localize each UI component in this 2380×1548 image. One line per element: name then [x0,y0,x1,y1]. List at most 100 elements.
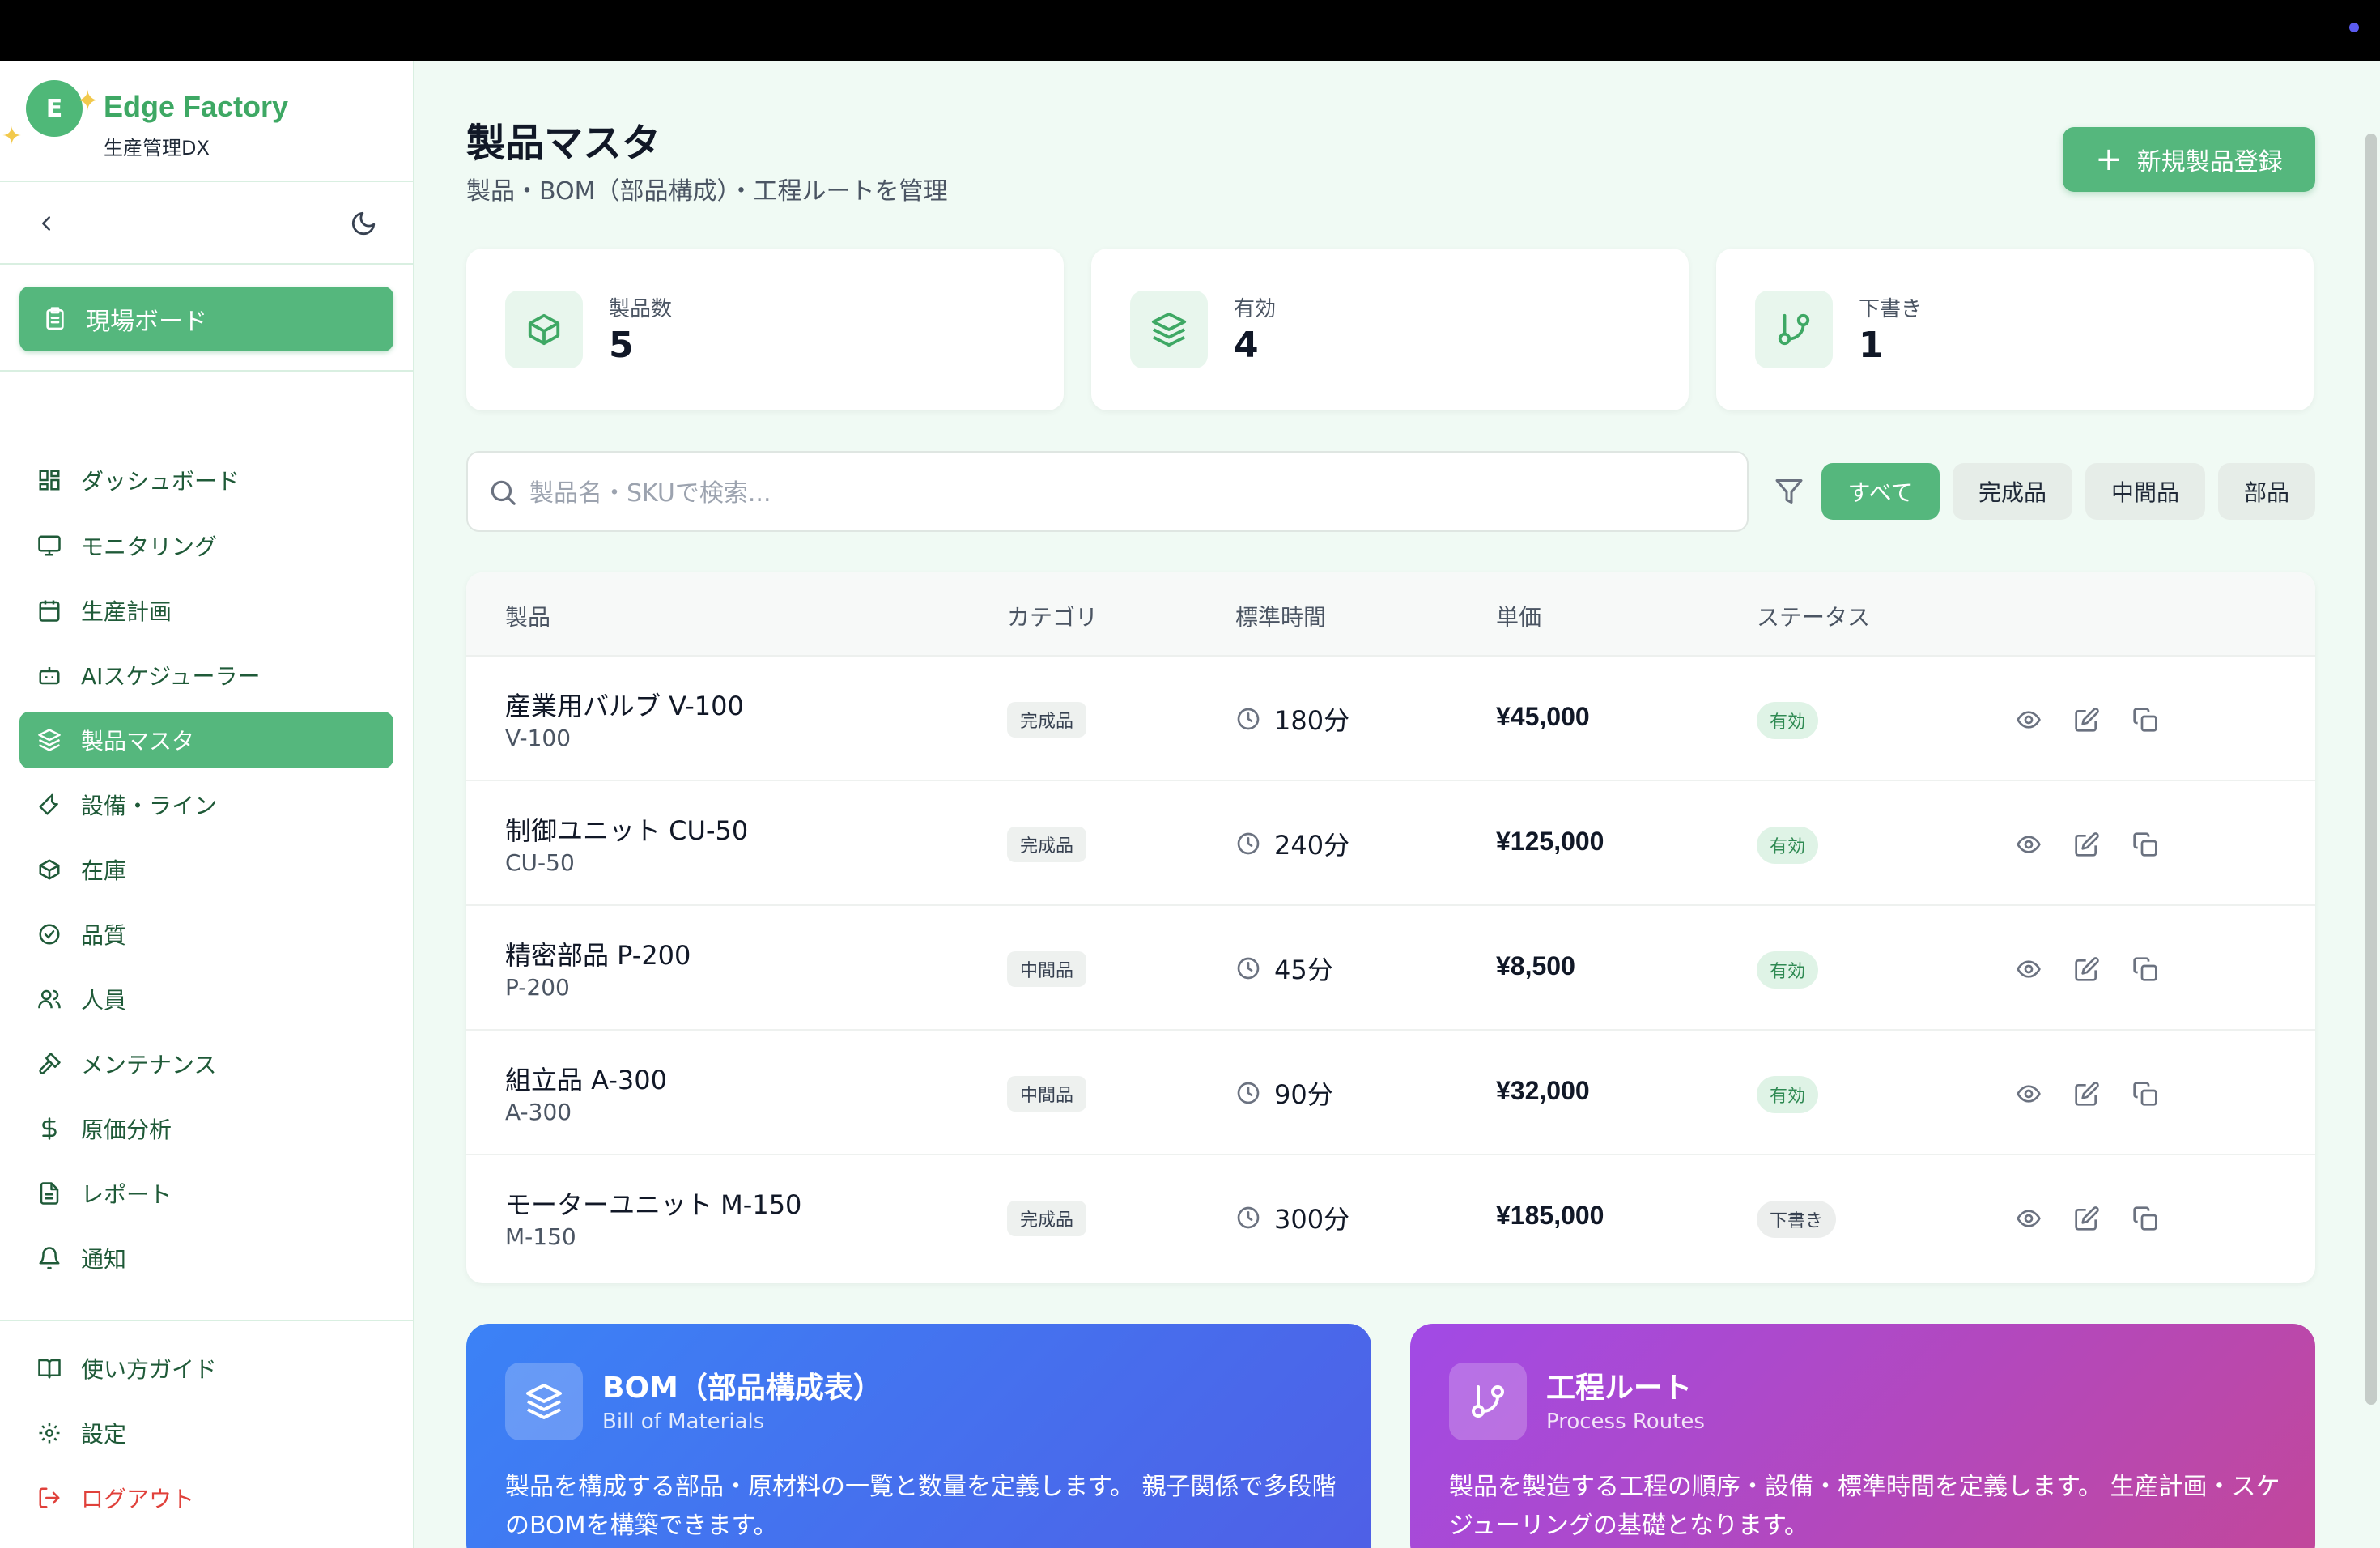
field-board-button[interactable]: 現場ボード [19,287,393,351]
search-icon [491,480,516,505]
filter-chip-intermediate[interactable]: 中間品 [2085,463,2205,520]
page-title: 製品マスタ [466,121,661,166]
process-route-info-card[interactable]: 工程ルート Process Routes 製品を製造する工程の順序・設備・標準時… [1410,1324,2315,1548]
status-badge: 有効 [1757,1076,1819,1113]
stat-value: 1 [1859,325,1884,366]
sidebar-item-cost-analysis[interactable]: 原価分析 [19,1100,393,1157]
new-product-button[interactable]: + 新規製品登録 [2063,127,2315,192]
table-row[interactable]: 産業用バルブ V-100 V-100 完成品 180分 ¥45,000 有効 [466,657,2315,781]
card-subtitle: Process Routes [1546,1410,1705,1434]
box-icon [39,859,60,880]
product-sku: CU-50 [505,849,575,876]
bot-icon [39,667,60,685]
sidebar-item-quality[interactable]: 品質 [19,906,393,963]
table-row[interactable]: 制御ユニット CU-50 CU-50 完成品 240分 ¥125,000 有効 [466,781,2315,906]
sidebar-item-label: 設備・ライン [81,793,218,819]
time-value: 300分 [1274,1204,1350,1235]
filter-chip-parts[interactable]: 部品 [2218,463,2315,520]
sidebar-item-notifications[interactable]: 通知 [19,1230,393,1286]
layers-icon [505,1363,583,1440]
clock-icon [1237,1206,1260,1229]
view-icon[interactable] [2012,1202,2045,1235]
sidebar-item-settings[interactable]: 設定 [19,1405,393,1461]
column-header-standard-time: 標準時間 [1235,604,1327,631]
filter-chip-finished[interactable]: 完成品 [1953,463,2072,520]
product-name: 組立品 A-300 [505,1065,667,1095]
sidebar-item-label: 原価分析 [81,1116,172,1143]
filter-chip-all[interactable]: すべて [1821,463,1940,520]
table-row[interactable]: モーターユニット M-150 M-150 完成品 300分 ¥185,000 下… [466,1155,2315,1280]
view-icon[interactable] [2012,704,2045,736]
git-branch-icon [1755,291,1833,368]
app-window: E ✦ ✦ Edge Factory 生産管理DX 現場ボード ダッシュボード … [0,61,2380,1548]
sidebar: E ✦ ✦ Edge Factory 生産管理DX 現場ボード ダッシュボード … [0,61,414,1548]
status-badge: 有効 [1757,951,1819,989]
sidebar-item-ai-scheduler[interactable]: AIスケジューラー [19,647,393,704]
card-subtitle: Bill of Materials [602,1410,765,1434]
edit-icon[interactable] [2071,704,2103,736]
sidebar-item-label: 製品マスタ [81,728,195,755]
stat-label: 下書き [1859,297,1923,321]
category-badge: 中間品 [1007,951,1087,987]
sidebar-item-label: 使い方ガイド [81,1356,218,1383]
sidebar-item-dashboard[interactable]: ダッシュボード [19,452,393,508]
sidebar-item-equipment[interactable]: 設備・ライン [19,776,393,833]
sidebar-item-personnel[interactable]: 人員 [19,971,393,1027]
sidebar-item-logout[interactable]: ログアウト [19,1469,393,1526]
field-board-label: 現場ボード [86,308,207,336]
edit-icon[interactable] [2071,1078,2103,1110]
monitor-icon [38,535,61,556]
copy-icon[interactable] [2129,828,2161,861]
table-row[interactable]: 組立品 A-300 A-300 中間品 90分 ¥32,000 有効 [466,1031,2315,1155]
card-title: BOM（部品構成表） [602,1372,882,1405]
sidebar-item-monitoring[interactable]: モニタリング [19,517,393,574]
logo-avatar: E [26,80,83,137]
copy-icon[interactable] [2129,1202,2161,1235]
product-sku: M-150 [505,1223,576,1250]
edit-icon[interactable] [2071,828,2103,861]
scrollbar[interactable] [2365,134,2377,1405]
clock-icon [1237,832,1260,855]
unit-price: ¥32,000 [1496,1076,1590,1105]
dollar-icon [42,1117,57,1140]
search-input[interactable] [529,470,1728,516]
category-badge: 完成品 [1007,827,1087,862]
category-badge: 完成品 [1007,702,1087,738]
unit-price: ¥185,000 [1496,1201,1604,1230]
moon-icon[interactable] [350,210,377,237]
stat-label: 有効 [1234,297,1277,321]
divider [0,370,413,372]
copy-icon[interactable] [2129,953,2161,985]
column-header-status: ステータス [1757,604,1871,631]
sidebar-item-maintenance[interactable]: メンテナンス [19,1036,393,1092]
standard-time: 300分 [1235,1199,1349,1236]
edit-icon[interactable] [2071,1202,2103,1235]
sidebar-item-label: ダッシュボード [81,468,240,495]
bom-info-card[interactable]: BOM（部品構成表） Bill of Materials 製品を構成する部品・原… [466,1324,1371,1548]
edit-icon[interactable] [2071,953,2103,985]
sidebar-item-production-plan[interactable]: 生産計画 [19,582,393,639]
copy-icon[interactable] [2129,1078,2161,1110]
view-icon[interactable] [2012,828,2045,861]
view-icon[interactable] [2012,1078,2045,1110]
view-icon[interactable] [2012,953,2045,985]
column-header-unit-price: 単価 [1496,604,1542,631]
stat-value: 4 [1234,325,1259,366]
copy-icon[interactable] [2129,704,2161,736]
stat-value: 5 [609,325,634,366]
card-title: 工程ルート [1546,1372,1693,1405]
time-value: 180分 [1274,705,1350,736]
plus-icon: + [2095,141,2123,178]
sidebar-item-reports[interactable]: レポート [19,1165,393,1222]
unit-price: ¥8,500 [1496,951,1575,980]
product-name: モーターユニット M-150 [505,1189,802,1220]
table-row[interactable]: 精密部品 P-200 P-200 中間品 45分 ¥8,500 有効 [466,906,2315,1031]
sidebar-item-product-master[interactable]: 製品マスタ [19,712,393,768]
standard-time: 45分 [1235,950,1333,987]
product-table: 製品 カテゴリ 標準時間 単価 ステータス 産業用バルブ V-100 V-100… [466,572,2315,1283]
chevron-left-icon[interactable] [34,211,58,236]
filter-icon[interactable] [1774,477,1804,506]
sidebar-item-guide[interactable]: 使い方ガイド [19,1340,393,1397]
sidebar-item-inventory[interactable]: 在庫 [19,841,393,898]
category-badge: 中間品 [1007,1076,1087,1112]
